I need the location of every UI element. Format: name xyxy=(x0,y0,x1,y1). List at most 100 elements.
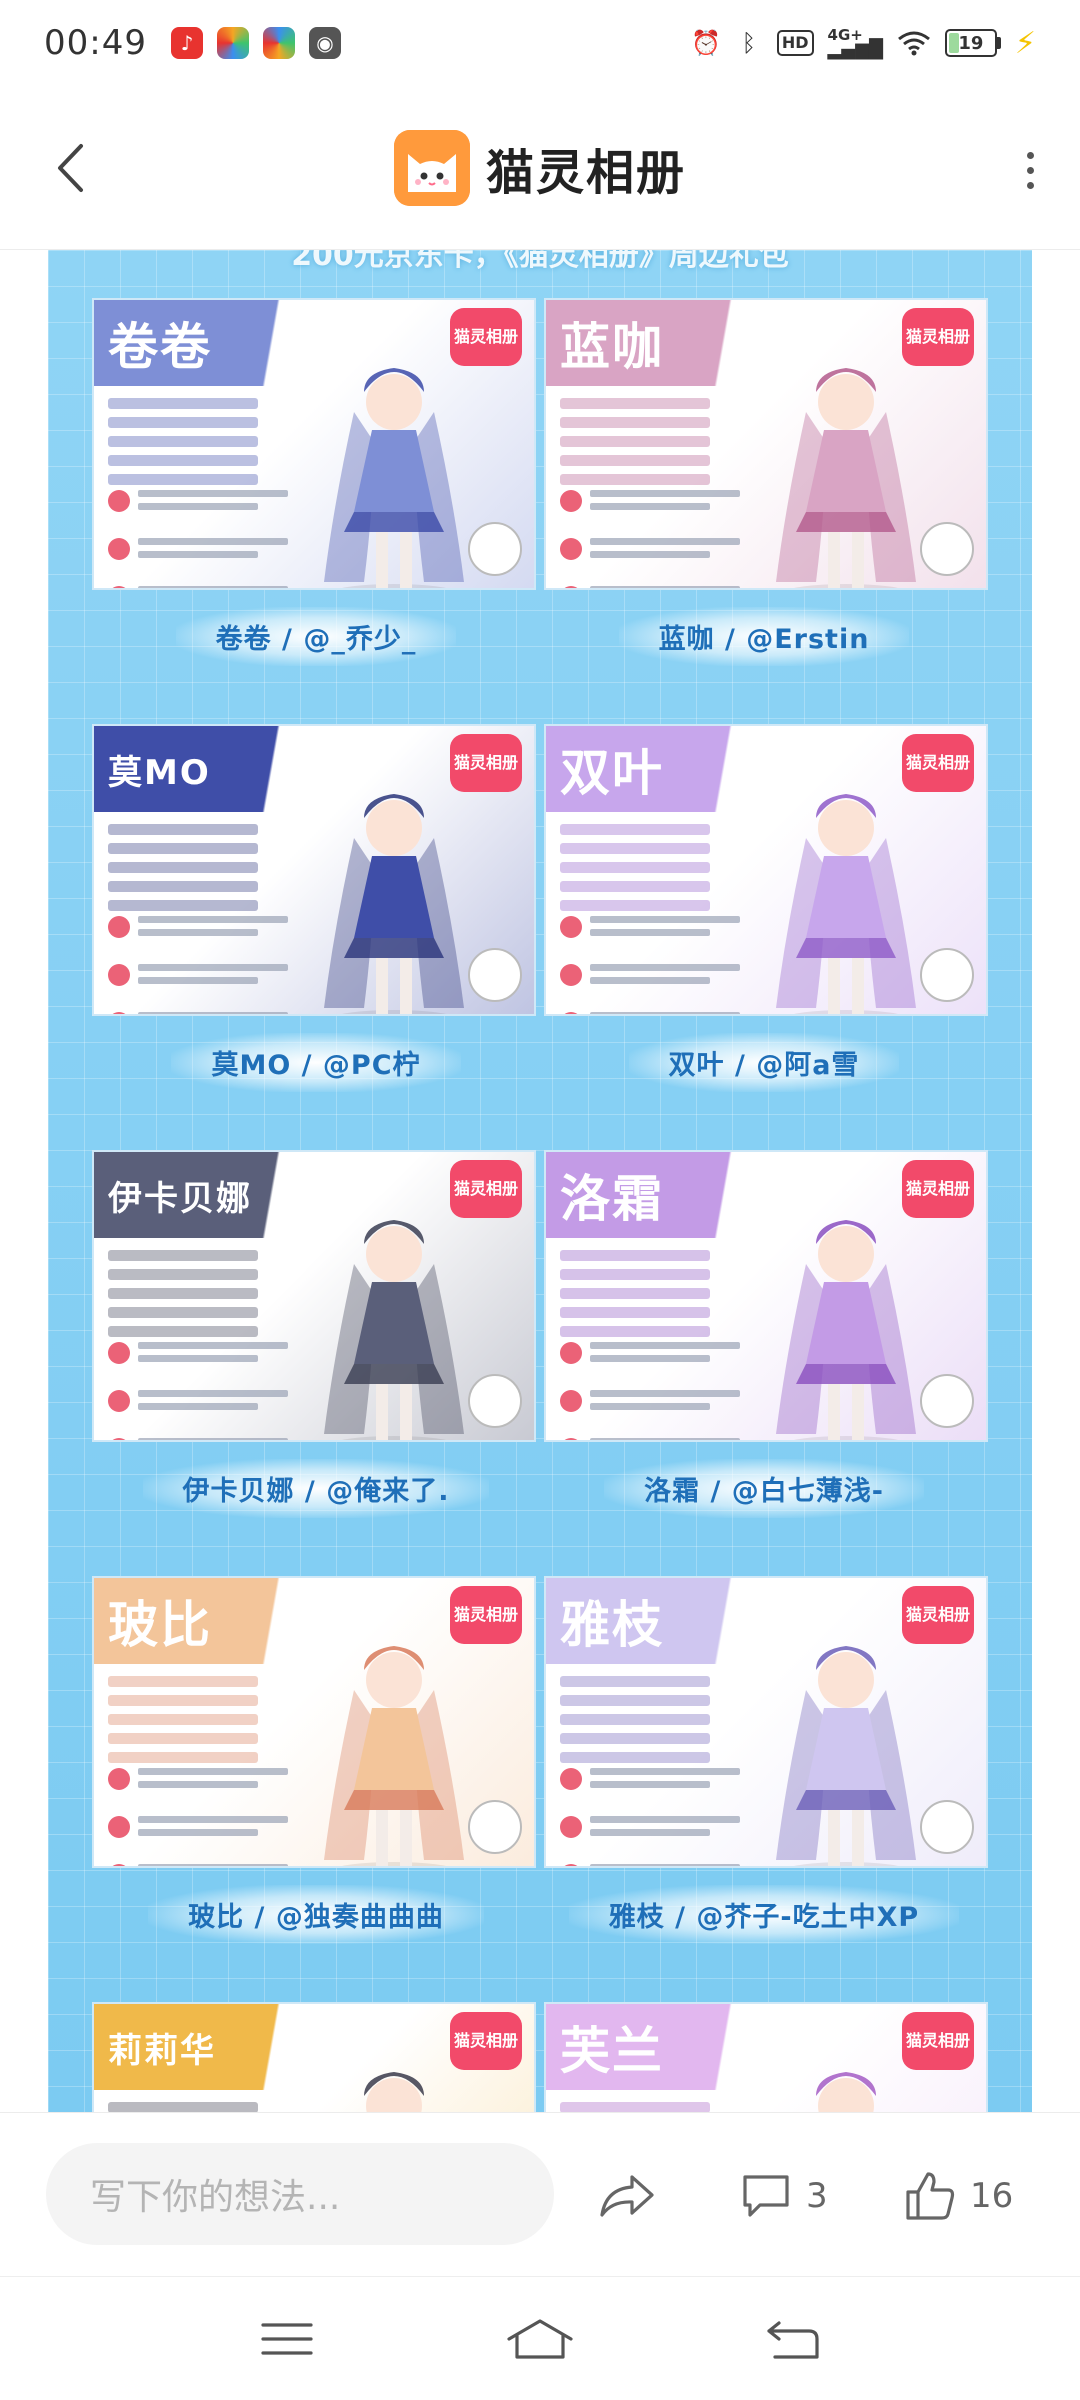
character-card: 卷卷 JUANJUAN 猫灵 相册 xyxy=(92,298,536,590)
note-bullet-icon xyxy=(108,586,130,588)
mascot-badge-icon xyxy=(468,522,522,576)
stat-line xyxy=(560,1288,710,1299)
note-text-lines xyxy=(138,490,288,516)
note-text-lines xyxy=(590,1390,740,1416)
note-bullet-icon xyxy=(560,586,582,588)
card-notes xyxy=(108,916,308,1014)
comment-button[interactable]: 3 xyxy=(740,2151,828,2241)
character-illustration xyxy=(324,1646,464,1866)
card-caption: 雅枝 / @芥子-吃土中XP xyxy=(568,1884,960,1944)
bluetooth-icon: ᛒ xyxy=(741,29,757,57)
card-character-name: 双叶 xyxy=(560,744,664,802)
back-nav-button[interactable] xyxy=(753,2299,833,2379)
stat-line xyxy=(560,1307,710,1318)
character-card: 芙兰 FULAN 猫灵 相册 xyxy=(544,2002,988,2112)
mascot-badge-icon xyxy=(468,1374,522,1428)
like-button[interactable]: 16 xyxy=(904,2151,1013,2241)
stat-line xyxy=(560,1269,710,1280)
note-text-lines xyxy=(138,916,288,942)
character-card: 双叶 SHUANGYE 猫灵 相册 xyxy=(544,724,988,1016)
card-brand-logo-line1: 猫灵 xyxy=(905,327,938,347)
card-stats xyxy=(108,398,258,493)
stat-line xyxy=(108,455,258,466)
card-note xyxy=(560,1438,760,1440)
card-character-name: 洛霜 xyxy=(560,1170,664,1228)
caption-row: 伊卡贝娜 / @俺来了. 洛霜 / @白七薄浅- xyxy=(92,1452,988,1524)
netease-music-icon: ♪ xyxy=(170,27,203,59)
character-illustration xyxy=(324,1220,464,1440)
note-bullet-icon xyxy=(108,538,130,560)
note-bullet-icon xyxy=(560,538,582,560)
note-text-lines xyxy=(590,916,740,942)
note-text-lines xyxy=(590,490,740,516)
card-character-name: 莫MO xyxy=(108,752,211,793)
card-note xyxy=(108,586,308,588)
card-note xyxy=(560,586,760,588)
card-brand-logo-line1: 猫灵 xyxy=(453,327,486,347)
mascot-badge-icon xyxy=(468,948,522,1002)
home-nav-button[interactable] xyxy=(500,2299,580,2379)
caption-cell: 蓝咖 / @Erstin xyxy=(540,600,988,672)
more-options-button[interactable] xyxy=(1010,138,1050,202)
character-illustration xyxy=(776,1646,916,1866)
card-note xyxy=(560,1342,760,1368)
note-text-lines xyxy=(138,538,288,564)
stat-line xyxy=(560,474,710,485)
card-brand-logo-line2: 相册 xyxy=(938,2031,971,2051)
card-note xyxy=(560,1390,760,1416)
note-bullet-icon xyxy=(108,1438,130,1440)
card-brand-logo-line2: 相册 xyxy=(938,753,971,773)
card-name-band: 蓝咖 xyxy=(546,300,766,386)
poster-image[interactable]: 200元京东卡，《猫灵相册》周边礼包 卷卷 JUANJUAN 猫灵 相册 卷卷 / @_… xyxy=(48,250,1032,2112)
card-brand-logo-line2: 相册 xyxy=(486,1179,519,1199)
card-brand-logo-line2: 相册 xyxy=(938,1605,971,1625)
page-title: 猫灵相册 xyxy=(485,145,686,201)
character-illustration xyxy=(324,794,464,1014)
card-character-name: 卷卷 xyxy=(108,318,212,376)
character-card: 莉莉华 LILIHUA 猫灵 相册 xyxy=(92,2002,536,2112)
stat-line xyxy=(108,1752,258,1763)
wechat-icon: ◉ xyxy=(308,27,341,59)
card-note xyxy=(108,1816,308,1842)
caption-row: 卷卷 / @_乔少_ 蓝咖 / @Erstin xyxy=(92,600,988,672)
card-notes xyxy=(108,1342,308,1440)
card-notes xyxy=(108,1768,308,1866)
stat-line xyxy=(560,1752,710,1763)
caption-cell: 双叶 / @阿a雪 xyxy=(540,1026,988,1098)
card-notes xyxy=(560,490,760,588)
caption-cell: 雅枝 / @芥子-吃土中XP xyxy=(540,1878,988,1950)
card-brand-logo-line1: 猫灵 xyxy=(905,2031,938,2051)
menu-nav-button[interactable] xyxy=(247,2299,327,2379)
post-content[interactable]: 200元京东卡，《猫灵相册》周边礼包 卷卷 JUANJUAN 猫灵 相册 卷卷 / @_… xyxy=(0,250,1080,2112)
comment-input[interactable]: 写下你的想法... xyxy=(46,2143,554,2245)
card-stats xyxy=(108,1676,258,1771)
stat-line xyxy=(560,1676,710,1687)
comment-icon xyxy=(743,2175,789,2217)
mascot-badge-icon xyxy=(920,522,974,576)
card-brand-logo-line2: 相册 xyxy=(938,327,971,347)
card-stats xyxy=(560,1250,710,1345)
card-caption: 蓝咖 / @Erstin xyxy=(618,606,910,666)
stat-line xyxy=(560,900,710,911)
caption-row: 玻比 / @独奏曲曲曲 雅枝 / @芥子-吃土中XP xyxy=(92,1878,988,1950)
system-nav-bar xyxy=(0,2276,1080,2400)
share-button[interactable] xyxy=(598,2151,656,2241)
app-logo xyxy=(393,130,470,206)
card-name-band: 洛霜 xyxy=(546,1152,766,1238)
card-brand-logo-line2: 相册 xyxy=(938,1179,971,1199)
header-center: 猫灵相册 xyxy=(0,130,1080,206)
mascot-badge-icon xyxy=(920,1800,974,1854)
card-character-name: 雅枝 xyxy=(560,1596,664,1654)
thumbs-up-icon xyxy=(906,2172,955,2220)
more-dot-icon xyxy=(1026,181,1034,189)
stat-line xyxy=(108,2102,258,2112)
card-stats xyxy=(108,1250,258,1345)
note-bullet-icon xyxy=(560,1342,582,1364)
note-bullet-icon xyxy=(560,916,582,938)
card-brand-logo-line1: 猫灵 xyxy=(905,1605,938,1625)
card-character-name: 伊卡贝娜 xyxy=(108,1178,252,1219)
stat-line xyxy=(560,1326,710,1337)
card-note xyxy=(560,1012,760,1014)
note-text-lines xyxy=(138,1768,288,1794)
note-bullet-icon xyxy=(560,1438,582,1440)
